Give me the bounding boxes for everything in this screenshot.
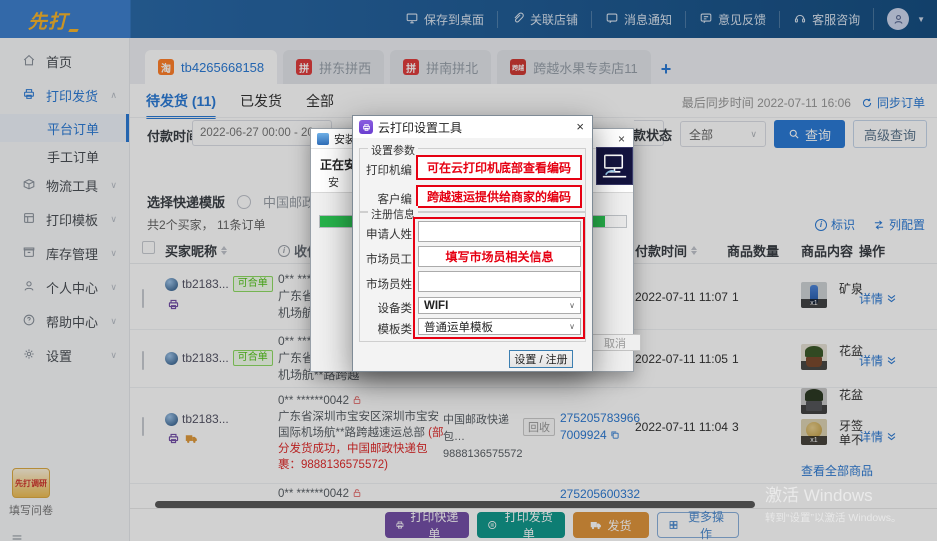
- chevron-down-icon: ∨: [569, 301, 575, 310]
- setup-register-button[interactable]: 设置 / 注册: [509, 350, 573, 368]
- modal-title: 云打印设置工具: [378, 119, 462, 136]
- modal-close-icon[interactable]: ×: [576, 119, 584, 134]
- annotation-box: 可在云打印机底部查看编码: [416, 155, 582, 180]
- cloud-print-setup-modal: 云打印设置工具 × 设置参数 打印机编 可在云打印机底部查看编码 客户编 跨越速…: [352, 115, 593, 372]
- customer-code-label: 客户编: [360, 191, 412, 207]
- market-staff-name-input[interactable]: [418, 271, 581, 292]
- params-group: 设置参数 打印机编 可在云打印机底部查看编码 客户编 跨越速运提供给商家的编码: [359, 148, 586, 212]
- template-type-value: 普通运单模板: [424, 319, 493, 335]
- modal-titlebar: 云打印设置工具 ×: [353, 116, 592, 138]
- register-group: 注册信息 申请人姓 市场员工 填写市场员相关信息 市场员姓 设备类 WIFI: [359, 212, 586, 342]
- customer-code-input[interactable]: 跨越速运提供给商家的编码: [418, 187, 580, 206]
- template-type-select[interactable]: 普通运单模板 ∨: [418, 318, 581, 335]
- applicant-name-input[interactable]: [418, 221, 581, 242]
- market-staff-hint: 填写市场员相关信息: [419, 247, 580, 266]
- market-staff-name-label: 市场员姓: [360, 276, 412, 292]
- register-group-label: 注册信息: [368, 206, 418, 222]
- template-type-label: 模板类: [360, 321, 412, 337]
- annotation-box: 跨越速运提供给商家的编码: [416, 185, 582, 208]
- printer-code-input[interactable]: 可在云打印机底部查看编码: [418, 157, 580, 178]
- installer-status-text: 正在安: [320, 156, 356, 173]
- install-computer-icon: [596, 147, 633, 185]
- market-staff-input[interactable]: 填写市场员相关信息: [418, 246, 581, 267]
- device-type-select[interactable]: WIFI ∨: [418, 297, 581, 314]
- installer-cancel-button[interactable]: 取消: [589, 334, 641, 351]
- device-type-value: WIFI: [424, 300, 448, 312]
- installer-substatus-text: 安: [328, 174, 339, 190]
- app-screen: 先打 保存到桌面 关联店铺 消息通知 意见反馈 客服咨询: [0, 0, 937, 541]
- chevron-down-icon: ∨: [569, 322, 575, 331]
- installer-close-icon[interactable]: ×: [618, 132, 625, 146]
- market-staff-label: 市场员工: [360, 251, 412, 267]
- printer-code-label: 打印机编: [360, 162, 412, 178]
- installer-app-icon: [317, 133, 329, 145]
- cloud-print-app-icon: [359, 120, 373, 134]
- device-type-label: 设备类: [360, 300, 412, 316]
- applicant-name-label: 申请人姓: [360, 226, 412, 242]
